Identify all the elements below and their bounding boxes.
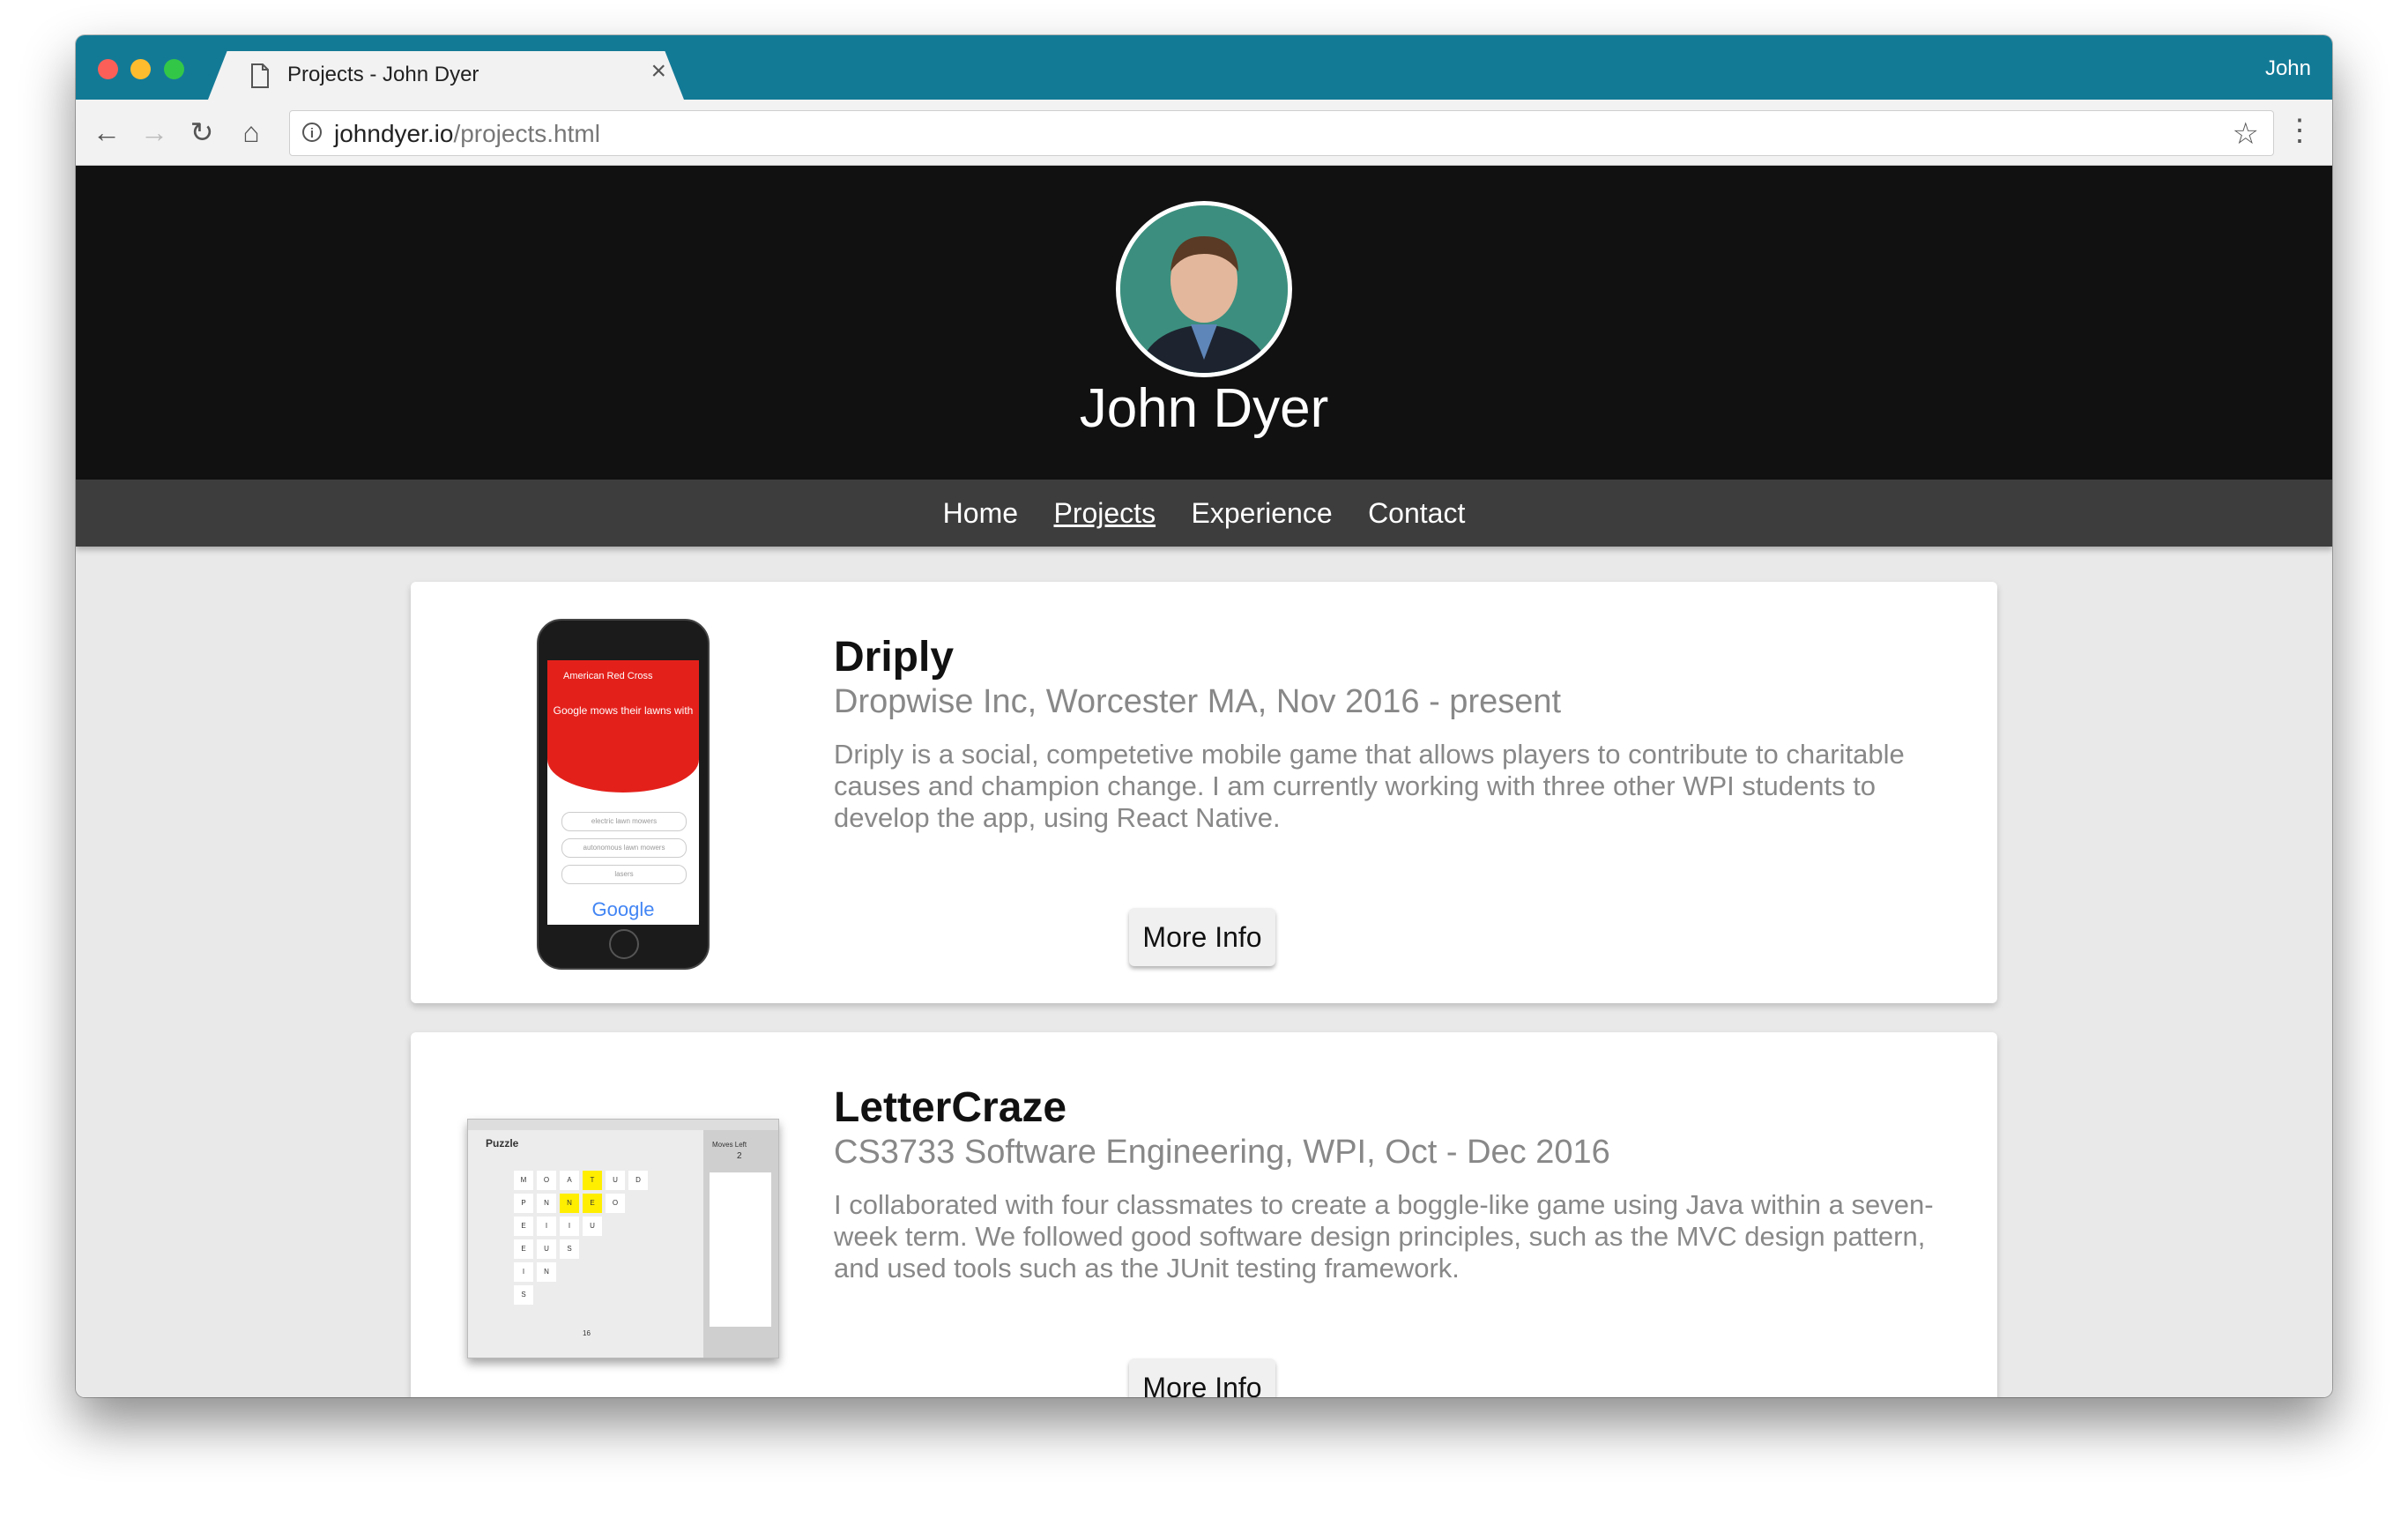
- nav-experience[interactable]: Experience: [1192, 480, 1333, 547]
- site-title: John Dyer: [1079, 378, 1329, 439]
- forward-icon[interactable]: →: [139, 117, 169, 147]
- address-bar[interactable]: i johndyer.io/projects.html ☆: [289, 110, 2274, 156]
- project-screenshot: American Red Cross Google mows their law…: [537, 619, 710, 970]
- nav-contact[interactable]: Contact: [1368, 480, 1465, 547]
- bookmark-star-icon[interactable]: ☆: [2233, 116, 2259, 152]
- nav-projects[interactable]: Projects: [1053, 480, 1156, 547]
- maximize-window-button[interactable]: [164, 59, 184, 79]
- browser-toolbar: ← → ↻ ⌂ i johndyer.io/projects.html ☆ ⋮: [76, 100, 2332, 166]
- reload-icon[interactable]: ↻: [187, 117, 217, 147]
- site-header: John Dyer: [76, 166, 2332, 480]
- back-icon[interactable]: ←: [92, 117, 122, 147]
- project-title: Driply: [834, 634, 955, 681]
- project-card: American Red Cross Google mows their law…: [411, 582, 1997, 1003]
- page-viewport: John Dyer Home Projects Experience Conta…: [76, 166, 2332, 1397]
- more-info-button[interactable]: More Info: [1129, 908, 1275, 966]
- browser-window: Projects - John Dyer × John ← → ↻ ⌂ i jo…: [76, 35, 2332, 1397]
- project-description: Driply is a social, competetive mobile g…: [834, 739, 1905, 833]
- browser-tab[interactable]: Projects - John Dyer ×: [208, 51, 684, 100]
- main-nav: Home Projects Experience Contact: [76, 480, 2332, 547]
- avatar: [1116, 201, 1292, 377]
- profile-button[interactable]: John: [2265, 56, 2311, 81]
- close-window-button[interactable]: [98, 59, 118, 79]
- close-icon[interactable]: ×: [650, 58, 666, 85]
- home-icon[interactable]: ⌂: [236, 117, 266, 147]
- nav-home[interactable]: Home: [943, 480, 1018, 547]
- more-info-button[interactable]: More Info: [1129, 1358, 1275, 1397]
- project-screenshot: Puzzle Moves Left 2 M O A T U D P N N E …: [467, 1119, 779, 1358]
- document-icon: [251, 63, 269, 88]
- project-title: LetterCraze: [834, 1084, 1067, 1131]
- tab-title: Projects - John Dyer: [287, 63, 479, 86]
- project-subtitle: Dropwise Inc, Worcester MA, Nov 2016 - p…: [834, 683, 1562, 720]
- tab-strip: Projects - John Dyer × John: [76, 35, 2332, 100]
- url-text: johndyer.io/projects.html: [334, 120, 600, 147]
- project-card: Puzzle Moves Left 2 M O A T U D P N N E …: [411, 1032, 1997, 1397]
- project-description: I collaborated with four classmates to c…: [834, 1189, 1934, 1284]
- project-subtitle: CS3733 Software Engineering, WPI, Oct - …: [834, 1134, 1610, 1171]
- minimize-window-button[interactable]: [130, 59, 151, 79]
- info-icon[interactable]: i: [302, 123, 322, 142]
- browser-menu-icon[interactable]: ⋮: [2285, 115, 2315, 145]
